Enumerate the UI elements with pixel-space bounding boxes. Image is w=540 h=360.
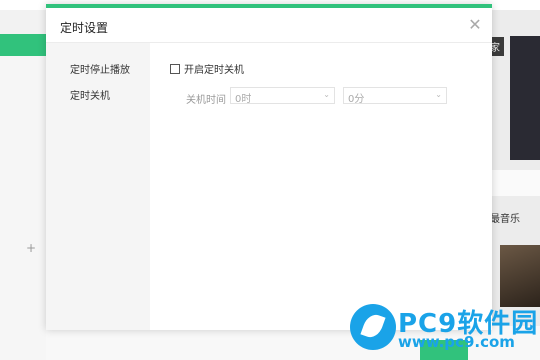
sidebar-item-stop-playback[interactable]: 定时停止播放 [70, 61, 130, 76]
chevron-down-icon: ⌄ [435, 90, 442, 99]
sidebar-item-shutdown[interactable]: 定时关机 [70, 87, 110, 102]
close-icon[interactable]: ✕ [466, 16, 484, 34]
minute-select-value: 0分 [348, 94, 365, 105]
background-music-label: 最音乐 [490, 214, 520, 225]
background-video-thumbnail [510, 36, 540, 160]
dialog-header: 定时设置 ✕ [46, 8, 492, 43]
watermark-url: www.pc9.com [398, 333, 515, 351]
timer-settings-dialog: 定时设置 ✕ 定时停止播放 定时关机 开启定时关机 关机时间 0时 ⌄ 0分 ⌄ [46, 4, 492, 330]
background-left-panel [0, 56, 46, 360]
dialog-sidebar: 定时停止播放 定时关机 [46, 43, 150, 330]
background-card [492, 170, 540, 196]
watermark-logo-icon [350, 304, 396, 350]
enable-shutdown-checkbox[interactable]: 开启定时关机 [170, 61, 244, 76]
dialog-content: 开启定时关机 关机时间 0时 ⌄ 0分 ⌄ [150, 43, 492, 330]
shutdown-time-label: 关机时间 [186, 95, 226, 106]
checkbox-icon[interactable] [170, 63, 180, 74]
dialog-title: 定时设置 [60, 21, 109, 35]
checkbox-label: 开启定时关机 [184, 65, 244, 76]
background-accent-strip [0, 34, 46, 56]
chevron-down-icon: ⌄ [323, 90, 330, 99]
add-icon: + [26, 241, 37, 255]
background-photo-thumbnail [500, 245, 540, 307]
hour-select-value: 0时 [235, 94, 252, 105]
hour-select[interactable]: 0时 ⌄ [230, 87, 335, 105]
minute-select[interactable]: 0分 ⌄ [343, 87, 447, 105]
